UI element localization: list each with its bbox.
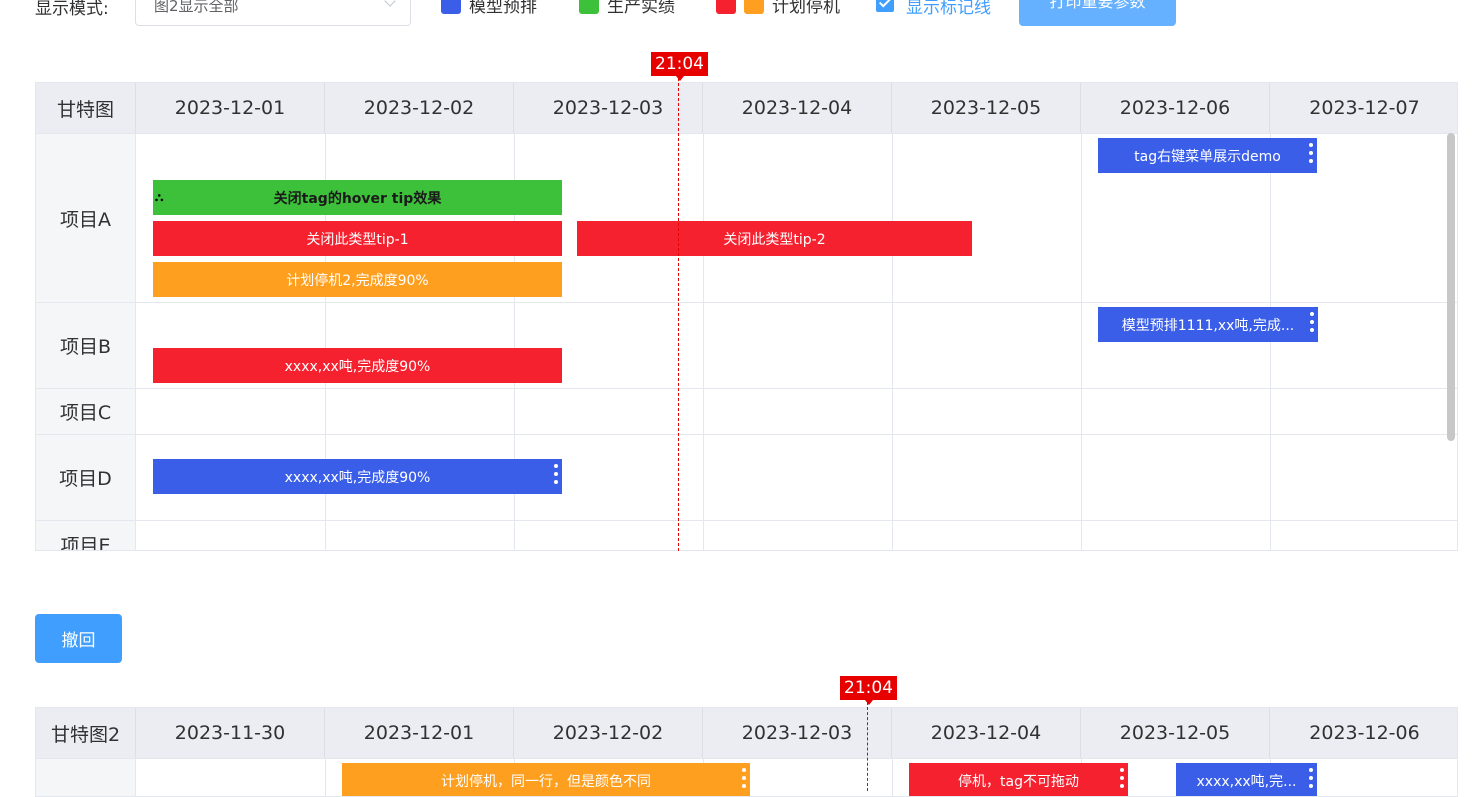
gantt-row: 项目C — [36, 388, 1457, 434]
legend-item-shutdown: 计划停机 — [716, 0, 840, 17]
gantt-day-header: 2023-12-02 — [514, 708, 703, 758]
gantt-tag-label: 关闭此类型tip-1 — [306, 231, 409, 248]
gantt-tag[interactable]: 计划停机，同一行，但是颜色不同 — [342, 763, 750, 796]
gantt-chart-1: 甘特图 2023-12-01 2023-12-02 2023-12-03 202… — [35, 82, 1458, 551]
gantt-tag-label: 计划停机2,完成度90% — [286, 272, 429, 289]
gantt-day-header: 2023-12-02 — [325, 83, 514, 133]
grid-line — [325, 758, 326, 796]
current-time-line — [678, 78, 679, 551]
gantt-day-header: 2023-12-04 — [703, 83, 892, 133]
gantt-day-header: 2023-12-06 — [1309, 722, 1420, 744]
gantt-tag[interactable]: xxxx,xx吨,完成度90% — [153, 348, 562, 383]
undo-button[interactable]: 撤回 — [35, 614, 122, 663]
gantt-day-header: 2023-12-06 — [1081, 83, 1270, 133]
current-time-label: 21:04 — [651, 52, 708, 81]
gantt-tag-label: 计划停机，同一行，但是颜色不同 — [441, 773, 651, 790]
legend-swatch-shutdown-orange — [744, 0, 764, 14]
toolbar: 显示模式: 图2显示全部 模型预排 生产实绩 计划停机 显示标记线 打印重要参数 — [0, 0, 1476, 26]
gantt-tag-label: tag右键菜单展示demo — [1134, 148, 1281, 165]
legend-item-model: 模型预排 — [441, 0, 537, 17]
gantt-day-header: 2023-12-03 — [703, 708, 892, 758]
display-mode-select[interactable]: 图2显示全部 — [135, 0, 411, 26]
gantt-day-header: 2023-12-04 — [892, 708, 1081, 758]
vertical-scrollbar[interactable] — [1447, 133, 1455, 441]
gantt-tag[interactable]: tag右键菜单展示demo — [1098, 138, 1317, 173]
legend-label-shutdown: 计划停机 — [772, 0, 840, 17]
more-vertical-icon[interactable] — [742, 768, 746, 792]
gantt-day-header: 2023-11-30 — [136, 708, 325, 758]
gantt-row-label: 项目A — [36, 134, 136, 302]
gantt-tag-label: 关闭此类型tip-2 — [723, 231, 826, 248]
chevron-down-icon — [384, 0, 396, 7]
display-mode-value: 图2显示全部 — [154, 0, 239, 15]
current-time-line — [867, 702, 868, 791]
gantt-tag-label: 模型预排1111,xx吨,完成... — [1121, 317, 1295, 334]
grid-line — [892, 133, 893, 550]
legend-swatch-shutdown-red — [716, 0, 736, 14]
show-mark-line-label[interactable]: 显示标记线 — [906, 0, 991, 18]
gantt-tag[interactable]: 关闭此类型tip-1 — [153, 221, 562, 256]
gantt-day-header: 2023-12-01 — [325, 708, 514, 758]
legend-swatch-model — [441, 0, 461, 14]
gantt-row-label — [36, 759, 136, 796]
gantt-day-header: 2023-12-03 — [514, 83, 703, 133]
show-mark-line-checkbox[interactable] — [876, 0, 894, 12]
vehicle-icon: ⛬ — [155, 190, 164, 204]
gantt-tag[interactable]: 停机，tag不可拖动 — [909, 763, 1128, 796]
gantt-row-label: 项目B — [36, 303, 136, 388]
more-vertical-icon[interactable] — [1120, 768, 1124, 792]
grid-line — [703, 133, 704, 550]
gantt-chart-2: 甘特图2 2023-11-30 2023-12-01 2023-12-02 20… — [35, 707, 1458, 797]
gantt-row-label: 项目D — [36, 435, 136, 520]
gantt-tag-label: 关闭tag的hover tip效果 — [273, 190, 442, 207]
more-vertical-icon[interactable] — [1309, 143, 1313, 167]
gantt-tag[interactable]: ⛬ 关闭tag的hover tip效果 — [153, 180, 562, 215]
gantt-tag[interactable]: xxxx,xx吨,完成度90% — [153, 459, 562, 494]
gantt-tag-label: xxxx,xx吨,完... — [1196, 773, 1297, 790]
gantt-day-header: 2023-12-05 — [1081, 708, 1270, 758]
legend-item-production: 生产实绩 — [579, 0, 675, 17]
gantt-tag[interactable]: 计划停机2,完成度90% — [153, 262, 562, 297]
grid-line — [1270, 133, 1271, 550]
legend-label-production: 生产实绩 — [607, 0, 675, 17]
more-vertical-icon[interactable] — [1309, 768, 1313, 792]
more-vertical-icon[interactable] — [554, 464, 558, 488]
gantt-corner-title: 甘特图 — [36, 83, 136, 133]
gantt-row-label: 项目C — [36, 389, 136, 434]
grid-line — [892, 758, 893, 796]
gantt-day-header: 2023-12-07 — [1309, 97, 1420, 119]
print-params-button[interactable]: 打印重要参数 — [1019, 0, 1176, 26]
legend-label-model: 模型预排 — [469, 0, 537, 17]
gantt-tag[interactable]: xxxx,xx吨,完... — [1176, 763, 1317, 796]
gantt-day-header: 2023-12-01 — [136, 83, 325, 133]
gantt-tag-label: xxxx,xx吨,完成度90% — [284, 469, 431, 486]
gantt-row-label: 项目E — [36, 521, 136, 550]
gantt-tag[interactable]: 模型预排1111,xx吨,完成... — [1098, 307, 1318, 342]
gantt-corner-title: 甘特图2 — [36, 708, 136, 758]
grid-line — [1081, 133, 1082, 550]
current-time-label: 21:04 — [840, 676, 897, 705]
display-mode-label: 显示模式: — [35, 0, 109, 19]
more-vertical-icon[interactable] — [1310, 312, 1314, 336]
legend-swatch-production — [579, 0, 599, 14]
gantt-tag-label: 停机，tag不可拖动 — [958, 773, 1079, 790]
gantt-tag[interactable]: 关闭此类型tip-2 — [577, 221, 972, 256]
gantt-row: 项目E — [36, 520, 1457, 550]
gantt-day-header: 2023-12-05 — [892, 83, 1081, 133]
gantt-tag-label: xxxx,xx吨,完成度90% — [284, 358, 431, 375]
